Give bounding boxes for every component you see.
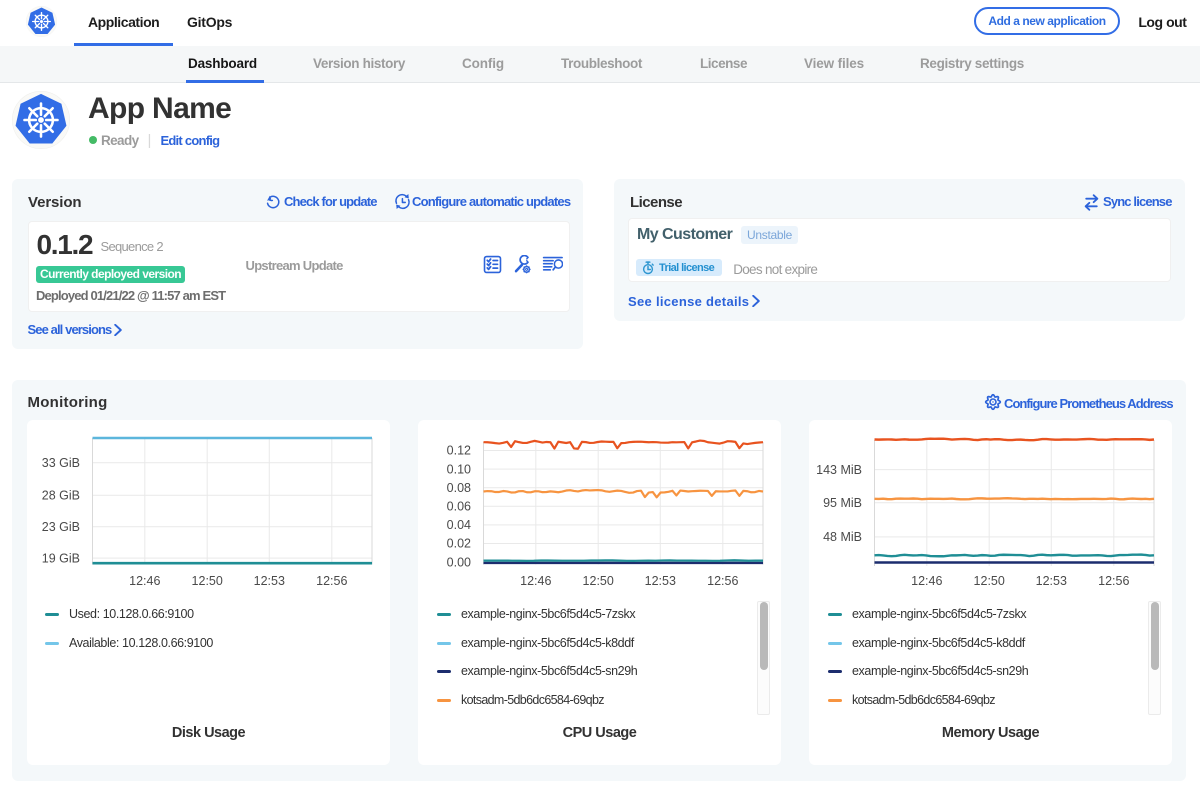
svg-text:23 GiB: 23 GiB	[42, 520, 80, 534]
svg-text:12:56: 12:56	[707, 574, 738, 588]
svg-text:95 MiB: 95 MiB	[823, 496, 862, 510]
svg-text:12:56: 12:56	[1098, 574, 1129, 588]
svg-text:0.10: 0.10	[447, 462, 471, 476]
svg-text:0.12: 0.12	[447, 444, 471, 458]
svg-text:48 MiB: 48 MiB	[823, 530, 862, 544]
svg-text:0.00: 0.00	[447, 555, 471, 569]
svg-text:143 MiB: 143 MiB	[816, 463, 862, 477]
svg-text:12:53: 12:53	[645, 574, 676, 588]
svg-text:12:46: 12:46	[520, 574, 551, 588]
svg-text:12:56: 12:56	[316, 574, 347, 588]
svg-text:0.06: 0.06	[447, 500, 471, 514]
svg-text:12:50: 12:50	[192, 574, 223, 588]
svg-text:0.04: 0.04	[447, 518, 471, 532]
svg-text:12:53: 12:53	[254, 574, 285, 588]
svg-text:0.02: 0.02	[447, 537, 471, 551]
svg-text:12:46: 12:46	[911, 574, 942, 588]
svg-text:12:50: 12:50	[583, 574, 614, 588]
svg-text:12:50: 12:50	[974, 574, 1005, 588]
svg-text:28 GiB: 28 GiB	[42, 488, 80, 502]
svg-text:12:46: 12:46	[129, 574, 160, 588]
svg-text:0.08: 0.08	[447, 481, 471, 495]
svg-text:12:53: 12:53	[1036, 574, 1067, 588]
svg-text:19 GiB: 19 GiB	[42, 551, 80, 565]
svg-text:33 GiB: 33 GiB	[42, 456, 80, 470]
